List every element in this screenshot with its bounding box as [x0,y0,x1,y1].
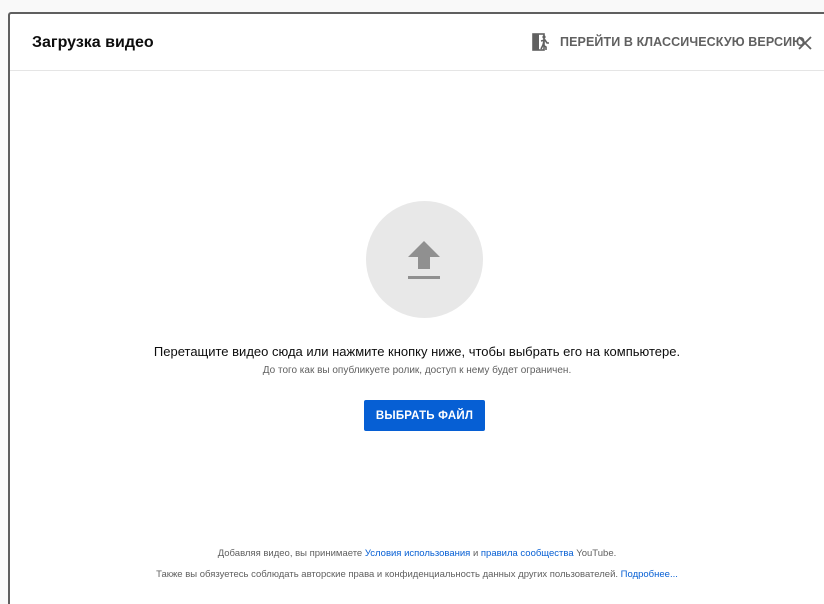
learn-more-link[interactable]: Подробнее... [621,569,678,580]
dialog-header: Загрузка видео ПЕРЕЙТИ В КЛАССИЧЕСКУЮ ВЕ… [10,14,824,71]
upload-instruction: Перетащите видео сюда или нажмите кнопку… [153,344,681,359]
upload-drop-button[interactable] [366,201,483,318]
exit-door-icon [532,33,549,51]
upload-dialog: Загрузка видео ПЕРЕЙТИ В КЛАССИЧЕСКУЮ ВЕ… [8,12,824,604]
terms-link[interactable]: Условия использования [365,548,470,559]
classic-version-label: ПЕРЕЙТИ В КЛАССИЧЕСКУЮ ВЕРСИЮ [560,35,806,49]
classic-version-link[interactable]: ПЕРЕЙТИ В КЛАССИЧЕСКУЮ ВЕРСИЮ [532,30,805,54]
upload-area[interactable]: Перетащите видео сюда или нажмите кнопку… [10,71,824,604]
copyright-notice: Также вы обязуетесь соблюдать авторские … [10,569,824,580]
dialog-title: Загрузка видео [32,34,154,51]
terms-middle: и [470,548,481,559]
close-icon[interactable] [796,34,814,52]
terms-notice: Добавляя видео, вы принимаете Условия ис… [10,548,824,559]
terms-prefix: Добавляя видео, вы принимаете [217,548,365,559]
select-file-button[interactable]: ВЫБРАТЬ ФАЙЛ [364,400,485,431]
upload-restriction-note: До того как вы опубликуете ролик, доступ… [262,365,572,376]
community-guidelines-link[interactable]: правила сообщества [481,548,574,559]
upload-arrow-icon [408,241,440,279]
terms-suffix: YouTube. [573,548,617,559]
copyright-text: Также вы обязуетесь соблюдать авторские … [156,569,621,580]
